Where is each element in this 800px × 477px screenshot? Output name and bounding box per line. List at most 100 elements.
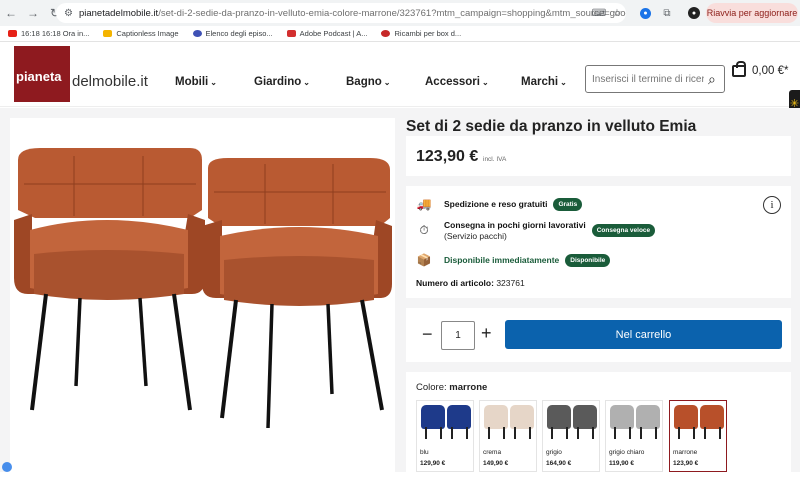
chevron-down-icon: ⌄ [560,78,567,87]
nav-accessori[interactable]: Accessori ⌄ [425,76,489,88]
logo-mark: pianeta [14,46,70,102]
shipping-label: Spedizione e reso gratuiti [444,199,548,209]
bookmark-star-icon[interactable]: ☆ [610,6,624,20]
variant-chair-thumbnail [573,405,597,429]
chevron-down-icon: ⌄ [481,78,489,87]
nav-label: Accessori [425,76,480,88]
relaunch-button[interactable]: Riavvia per aggiornare [706,3,798,23]
bookmark-item[interactable]: Elenco degli episo... [192,29,273,38]
address-bar[interactable]: ⚙ pianetadelmobile.it/set-di-2-sedie-da-… [56,3,626,23]
chairs-illustration [14,148,392,429]
nav-label: Marchi [521,76,559,88]
forward-icon[interactable]: → [22,2,44,24]
delivery-badge: Consegna veloce [591,224,656,238]
captionless-icon [103,30,113,37]
color-variant-marrone[interactable]: marrone 123,90 € [669,400,727,472]
decrease-quantity-button[interactable]: − [422,324,433,345]
search-icon[interactable]: ⌕ [708,71,716,88]
back-icon[interactable]: ← [0,2,22,24]
variant-chair-thumbnail [510,405,534,429]
product-title: Set di 2 sedie da pranzo in velluto Emia [406,118,697,135]
translate-icon[interactable]: ⌨ [592,6,606,20]
cart-button[interactable]: 0,00 €* [732,61,789,77]
product-price: 123,90 € [416,148,479,165]
variant-chair-leg [529,427,531,439]
increase-quantity-button[interactable]: + [481,323,492,344]
extension-icon[interactable]: ● [640,8,651,19]
quantity-input[interactable]: 1 [441,321,475,350]
color-selector: Colore: marrone blu 129,90 € crema 149,90 €… [406,372,791,472]
variant-chair-leg [614,427,616,439]
color-variant-grigio-chiaro[interactable]: grigio chiaro 119,90 € [605,400,663,472]
article-row: Numero di articolo: 323761 [416,278,525,288]
cart-total: 0,00 €* [752,65,789,77]
bookmark-label: Ricambi per box d... [394,29,462,38]
availability-row: 📦 Disponibile immediatamente Disponibile [416,253,611,267]
variant-chair-leg [655,427,657,439]
variant-chair-thumbnail [484,405,508,429]
chevron-down-icon: ⌄ [383,78,391,87]
url-path: /set-di-2-sedie-da-pranzo-in-velluto-emi… [158,7,626,19]
box-icon: 📦 [416,253,432,267]
variant-chair-leg [629,427,631,439]
color-variant-crema[interactable]: crema 149,90 € [479,400,537,472]
variant-price: 164,90 € [546,460,572,467]
bookmark-item[interactable]: Adobe Podcast | A... [286,29,367,38]
site-info-icon[interactable]: ⚙ [64,8,73,19]
color-label: Colore: marrone [416,382,487,393]
info-icon[interactable]: i [763,196,781,214]
status-indicator-icon [2,462,12,472]
variant-chair-leg [488,427,490,439]
product-image[interactable] [10,118,395,472]
article-number: 323761 [496,278,525,288]
variant-chair-thumbnail [674,405,698,429]
cart-icon [732,61,746,77]
chevron-down-icon: ⌄ [210,78,217,87]
variant-chair-leg [514,427,516,439]
site-logo[interactable]: pianeta delmobile.it [14,46,148,102]
logo-text: delmobile.it [72,72,148,90]
site-header: pianeta delmobile.it Mobili ⌄ Giardino ⌄ B… [0,43,800,107]
color-variant-grigio[interactable]: grigio 164,90 € [542,400,600,472]
variant-chair-leg [440,427,442,439]
color-variant-blu[interactable]: blu 129,90 € [416,400,474,472]
bookmark-item[interactable]: 16:18 16:18 Ora in... [8,29,89,38]
variant-name: grigio [546,449,562,456]
variant-chair-leg [678,427,680,439]
search-input[interactable] [592,73,704,85]
variant-chair-leg [693,427,695,439]
bookmark-label: Elenco degli episo... [205,29,273,38]
bookmark-item[interactable]: Captionless Image [103,29,179,38]
variant-chair-leg [719,427,721,439]
truck-icon: 🚚 [416,197,432,211]
price-box: 123,90 € incl. IVA [406,136,791,176]
stopwatch-icon: ⏱ [419,223,429,238]
delivery-label: Consegna in pochi giorni lavorativi [444,220,586,230]
variant-chair-thumbnail [700,405,724,429]
nav-giardino[interactable]: Giardino ⌄ [254,76,310,88]
variant-chair-leg [566,427,568,439]
availability-label: Disponibile immediatamente [444,255,560,265]
nav-bagno[interactable]: Bagno ⌄ [346,76,390,88]
variant-chair-thumbnail [447,405,471,429]
variant-name: grigio chiaro [609,449,645,456]
purchase-box: − 1 + Nel carrello [406,308,791,362]
nav-marchi[interactable]: Marchi ⌄ [521,76,567,88]
variant-chair-thumbnail [636,405,660,429]
search-box: ⌕ [585,65,725,93]
bookmark-item[interactable]: Ricambi per box d... [381,29,461,38]
nav-mobili[interactable]: Mobili ⌄ [175,76,217,88]
bookmarks-bar: 16:18 16:18 Ora in... Captionless Image … [0,26,800,42]
profile-avatar[interactable]: ● [688,7,700,19]
vat-note: incl. IVA [483,156,507,163]
extensions-puzzle-icon[interactable]: ⧉ [660,6,674,20]
variant-chair-leg [503,427,505,439]
variant-chair-thumbnail [610,405,634,429]
variant-chair-leg [704,427,706,439]
add-to-cart-button[interactable]: Nel carrello [505,320,782,349]
youtube-icon [8,30,17,37]
podcast-icon [192,30,202,37]
shipping-badge: Gratis [553,197,583,211]
variant-price: 123,90 € [673,460,699,467]
url-host: pianetadelmobile.it [78,7,159,19]
